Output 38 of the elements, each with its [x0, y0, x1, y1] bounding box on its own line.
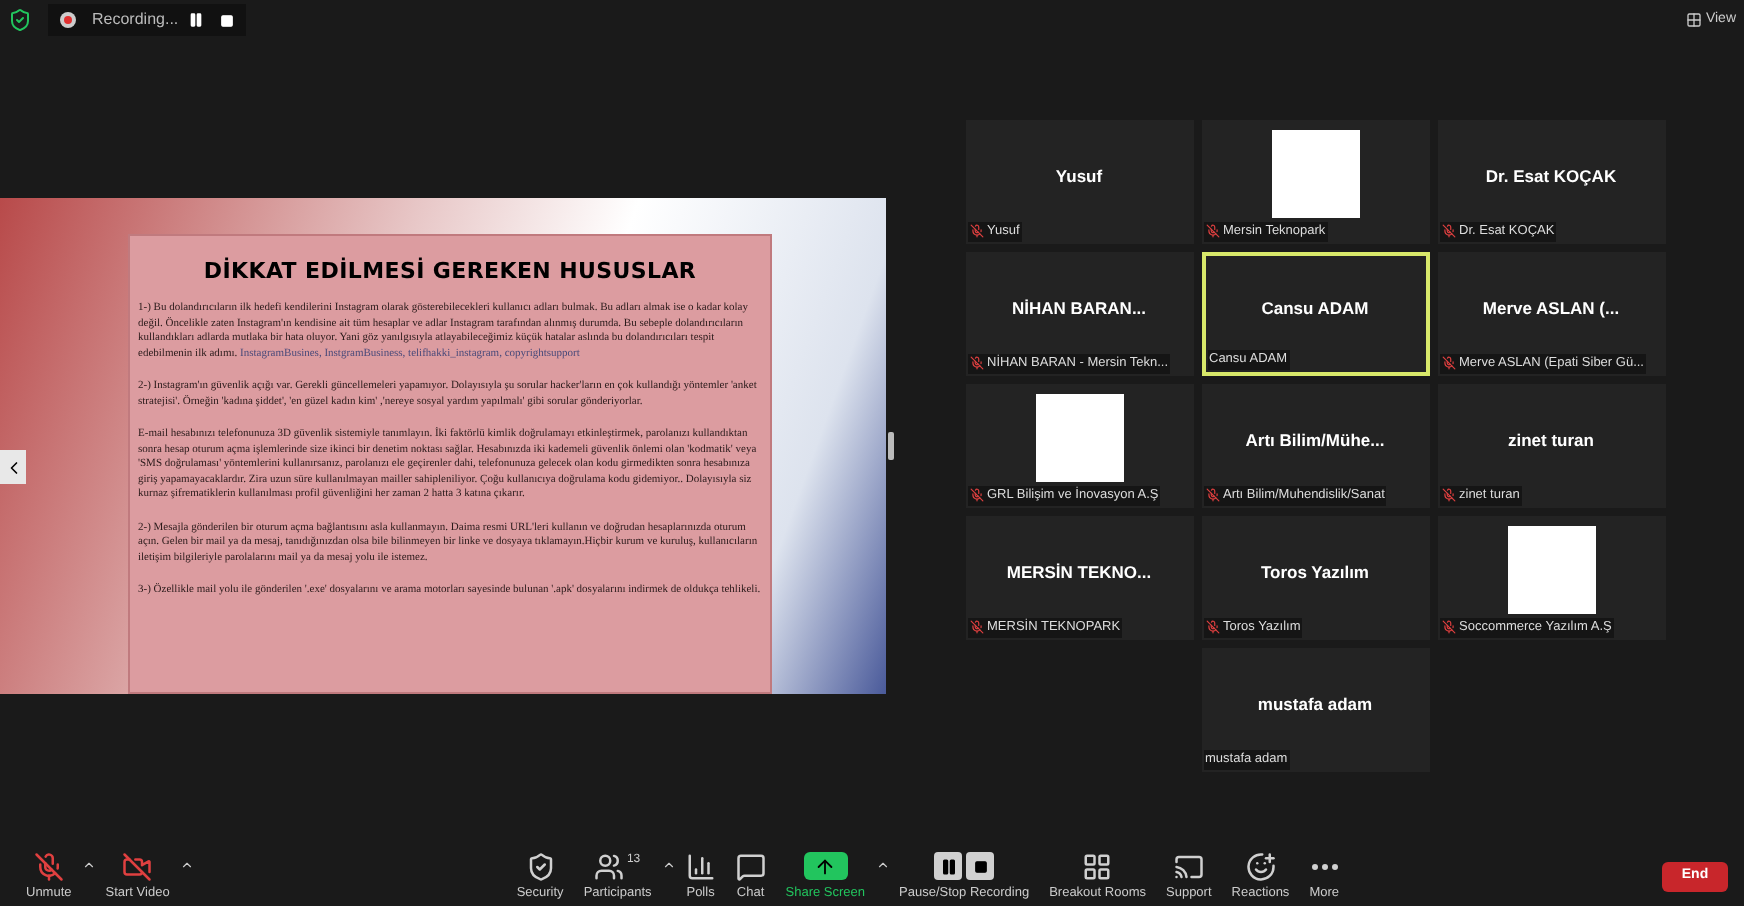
- logo-placeholder: [1035, 393, 1123, 481]
- recording-label: Recording...: [92, 8, 172, 32]
- camera-off-icon: [122, 852, 153, 883]
- participant-name: Toros Yazılım: [1260, 560, 1369, 586]
- participant-name: Yusuf: [1055, 164, 1103, 190]
- participant-name: Dr. Esat KOÇAK: [1485, 164, 1617, 190]
- caret-icon[interactable]: [81, 858, 96, 873]
- participant-name: Artı Bilim/Mühe...: [1245, 428, 1385, 454]
- record-dot-icon: [60, 12, 76, 28]
- share-screen-icon: [803, 852, 848, 881]
- slide-title: DİKKAT EDİLMESİ GEREKEN HUSUSLAR: [201, 255, 699, 287]
- grid-icon: [1685, 12, 1702, 28]
- logo-placeholder: [1271, 129, 1359, 217]
- people-icon: [594, 852, 625, 883]
- logo-placeholder: [1507, 525, 1595, 613]
- microphone-muted-icon: [33, 852, 64, 883]
- participant-name: Cansu ADAM: [1261, 296, 1369, 322]
- caret-icon[interactable]: [875, 858, 890, 873]
- participant-name: NİHAN BARAN...: [1011, 296, 1147, 322]
- chat-icon: [735, 852, 766, 883]
- splitter-handle[interactable]: [888, 431, 894, 459]
- shield-icon: [525, 852, 556, 883]
- participant-name: Merve ASLAN (...: [1482, 296, 1620, 322]
- smiley-icon: [1245, 852, 1276, 883]
- screen-cast-icon: [1173, 852, 1204, 883]
- grid-icon: [1082, 852, 1113, 883]
- stop-icon[interactable]: [220, 13, 234, 27]
- pause-icon[interactable]: [188, 12, 204, 28]
- pause-stop-icon: [934, 852, 995, 881]
- security-shield-icon: [8, 8, 32, 32]
- participant-name: MERSİN TEKNO...: [1006, 560, 1152, 586]
- participant-name: mustafa adam: [1257, 692, 1373, 718]
- participant-name: zinet turan: [1508, 428, 1594, 454]
- bar-chart-icon: [685, 852, 716, 883]
- more-icon: [1311, 864, 1338, 871]
- caret-icon[interactable]: [179, 858, 194, 873]
- caret-icon[interactable]: [661, 858, 676, 873]
- previous-arrow-button[interactable]: [0, 450, 26, 484]
